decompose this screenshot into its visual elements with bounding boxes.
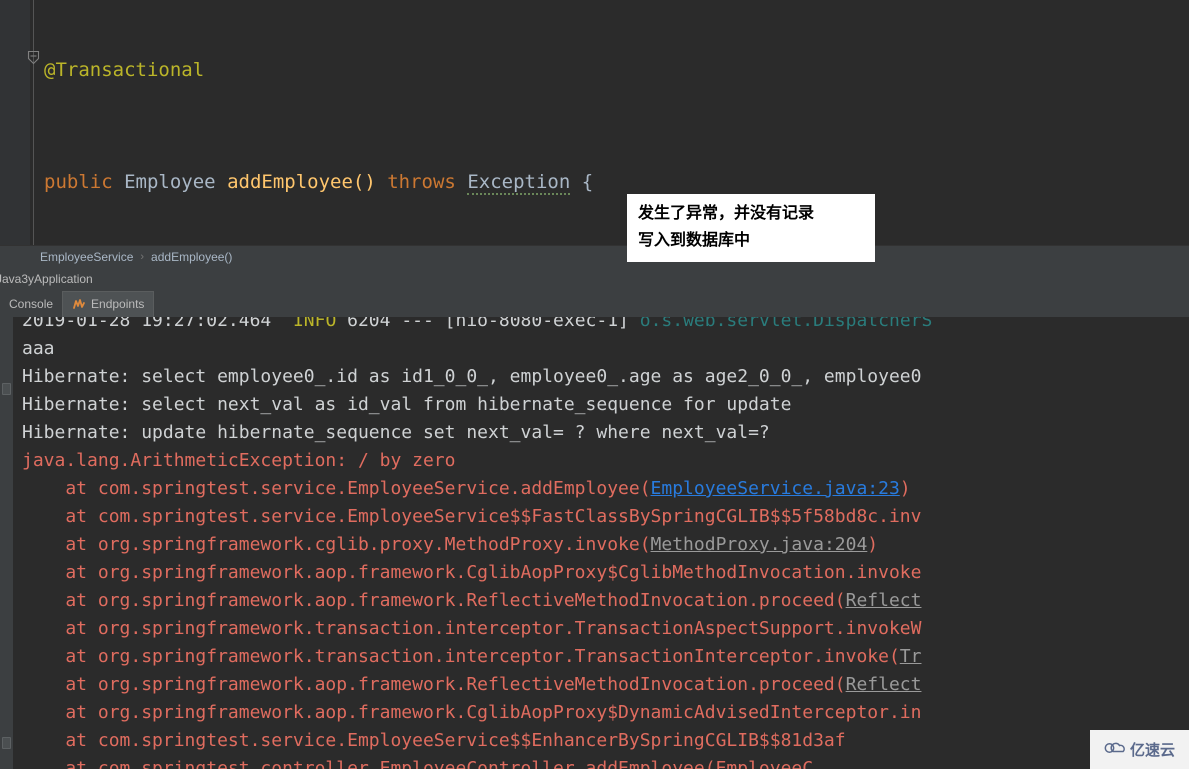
code-line-1: @Transactional (44, 56, 1189, 84)
log-text: 6204 --- [nio-8080-exec-1] (336, 317, 640, 331)
console-tab-strip[interactable]: Console Endpoints (0, 290, 1189, 317)
log-text: at org.springframework.aop.framework.Cgl… (22, 702, 922, 723)
log-text: at org.springframework.aop.framework.Ref… (22, 590, 846, 611)
console-log-line: Hibernate: select employee0_.id as id1_0… (22, 363, 1189, 391)
cloud-icon (1104, 740, 1126, 759)
log-text: INFO (292, 317, 337, 331)
callout-line-2: 写入到数据库中 (638, 232, 751, 249)
log-text: at com.springtest.controller.EmployeeCon… (22, 758, 814, 769)
code-editor[interactable]: @Transactional public Employee addEmploy… (0, 0, 1189, 245)
console-log-line: at com.springtest.service.EmployeeServic… (22, 503, 1189, 531)
type-exception: Exception (467, 171, 571, 195)
log-text: ) (867, 534, 879, 555)
type-employee: Employee (124, 171, 216, 193)
console-log-line: at com.springtest.service.EmployeeServic… (22, 475, 1189, 503)
log-text: at org.springframework.aop.framework.Cgl… (22, 562, 922, 583)
endpoints-icon (72, 297, 86, 311)
console-log-line: at org.springframework.aop.framework.Cgl… (22, 699, 1189, 727)
method-bean-marker-icon[interactable] (27, 50, 40, 66)
log-text: ) (899, 478, 911, 499)
console-log-line: at org.springframework.transaction.inter… (22, 615, 1189, 643)
console-output[interactable]: 2019-01-28 19:27:02.464 INFO 6204 --- [n… (0, 317, 1189, 769)
console-log-line: at org.springframework.aop.framework.Ref… (22, 587, 1189, 615)
kw-public: public (44, 171, 113, 193)
log-text: aaa (22, 338, 55, 359)
brace-open: { (581, 171, 594, 193)
console-log-line: java.lang.ArithmeticException: / by zero (22, 447, 1189, 475)
log-text: at org.springframework.cglib.proxy.Metho… (22, 534, 651, 555)
log-text: at org.springframework.transaction.inter… (22, 646, 900, 667)
method-addemployee: addEmployee() (227, 171, 376, 193)
stacktrace-link[interactable]: Reflect (846, 674, 922, 695)
tab-console[interactable]: Console (0, 291, 62, 317)
code-text[interactable]: @Transactional public Employee addEmploy… (44, 0, 1189, 245)
breadcrumb-item-method[interactable]: addEmployee() (151, 250, 232, 264)
annotation-callout: 发生了异常，并没有记录 写入到数据库中 (627, 194, 875, 262)
stacktrace-link[interactable]: Reflect (846, 590, 922, 611)
log-text: Hibernate: update hibernate_sequence set… (22, 422, 770, 443)
stacktrace-link[interactable]: MethodProxy.java:204 (651, 534, 868, 555)
log-text: at com.springtest.service.EmployeeServic… (22, 730, 846, 751)
run-tool-window-tabs[interactable]: Java3yApplication (0, 268, 1189, 290)
log-text: Hibernate: select employee0_.id as id1_0… (22, 366, 922, 387)
tab-endpoints[interactable]: Endpoints (62, 291, 155, 317)
console-log-line: aaa (22, 335, 1189, 363)
console-log-line: at org.springframework.transaction.inter… (22, 643, 1189, 671)
log-text: o.s.web.servlet.DispatcherS (639, 317, 933, 331)
annotation-token: @Transactional (44, 59, 205, 81)
log-text: Hibernate: select next_val as id_val fro… (22, 394, 792, 415)
log-text: at com.springtest.service.EmployeeServic… (22, 506, 922, 527)
watermark-text: 亿速云 (1129, 742, 1175, 759)
console-log-line: Hibernate: select next_val as id_val fro… (22, 391, 1189, 419)
log-text: at org.springframework.transaction.inter… (22, 618, 922, 639)
log-text: at org.springframework.aop.framework.Ref… (22, 674, 846, 695)
tab-endpoints-label: Endpoints (91, 297, 145, 311)
log-text: java.lang.ArithmeticException: / by zero (22, 450, 456, 471)
stacktrace-link[interactable]: EmployeeService.java:23 (651, 478, 900, 499)
console-log-lines: 2019-01-28 19:27:02.464 INFO 6204 --- [n… (22, 317, 1189, 769)
chevron-right-icon: › (140, 251, 145, 263)
console-log-line: at org.springframework.cglib.proxy.Metho… (22, 531, 1189, 559)
breadcrumb[interactable]: EmployeeService › addEmployee() (0, 245, 1189, 268)
callout-line-1: 发生了异常，并没有记录 (638, 205, 815, 222)
rail-button-settings[interactable] (2, 737, 11, 749)
console-log-line: Hibernate: update hibernate_sequence set… (22, 419, 1189, 447)
log-text: at com.springtest.service.EmployeeServic… (22, 478, 651, 499)
console-log-line: at com.springtest.controller.EmployeeCon… (22, 755, 1189, 769)
console-log-line: 2019-01-28 19:27:02.464 INFO 6204 --- [n… (22, 317, 1189, 335)
code-line-2: public Employee addEmployee() throws Exc… (44, 168, 1189, 196)
tab-console-label: Console (9, 296, 54, 311)
console-log-line: at org.springframework.aop.framework.Cgl… (22, 559, 1189, 587)
editor-gutter[interactable] (0, 0, 30, 245)
watermark: 亿速云 (1090, 730, 1189, 769)
rail-button-rerun[interactable] (2, 383, 11, 395)
console-log-line: at org.springframework.aop.framework.Ref… (22, 671, 1189, 699)
fold-rail (33, 0, 34, 245)
console-toolbar-rail[interactable] (0, 317, 13, 769)
console-log-line: at com.springtest.service.EmployeeServic… (22, 727, 1189, 755)
ide-window: @Transactional public Employee addEmploy… (0, 0, 1189, 769)
breadcrumb-item-class[interactable]: EmployeeService (40, 250, 133, 264)
stacktrace-link[interactable]: Tr (900, 646, 922, 667)
kw-throws: throws (387, 171, 456, 193)
log-text: 2019-01-28 19:27:02.464 (22, 317, 293, 331)
run-tab-java3yapplication[interactable]: Java3yApplication (0, 270, 101, 288)
